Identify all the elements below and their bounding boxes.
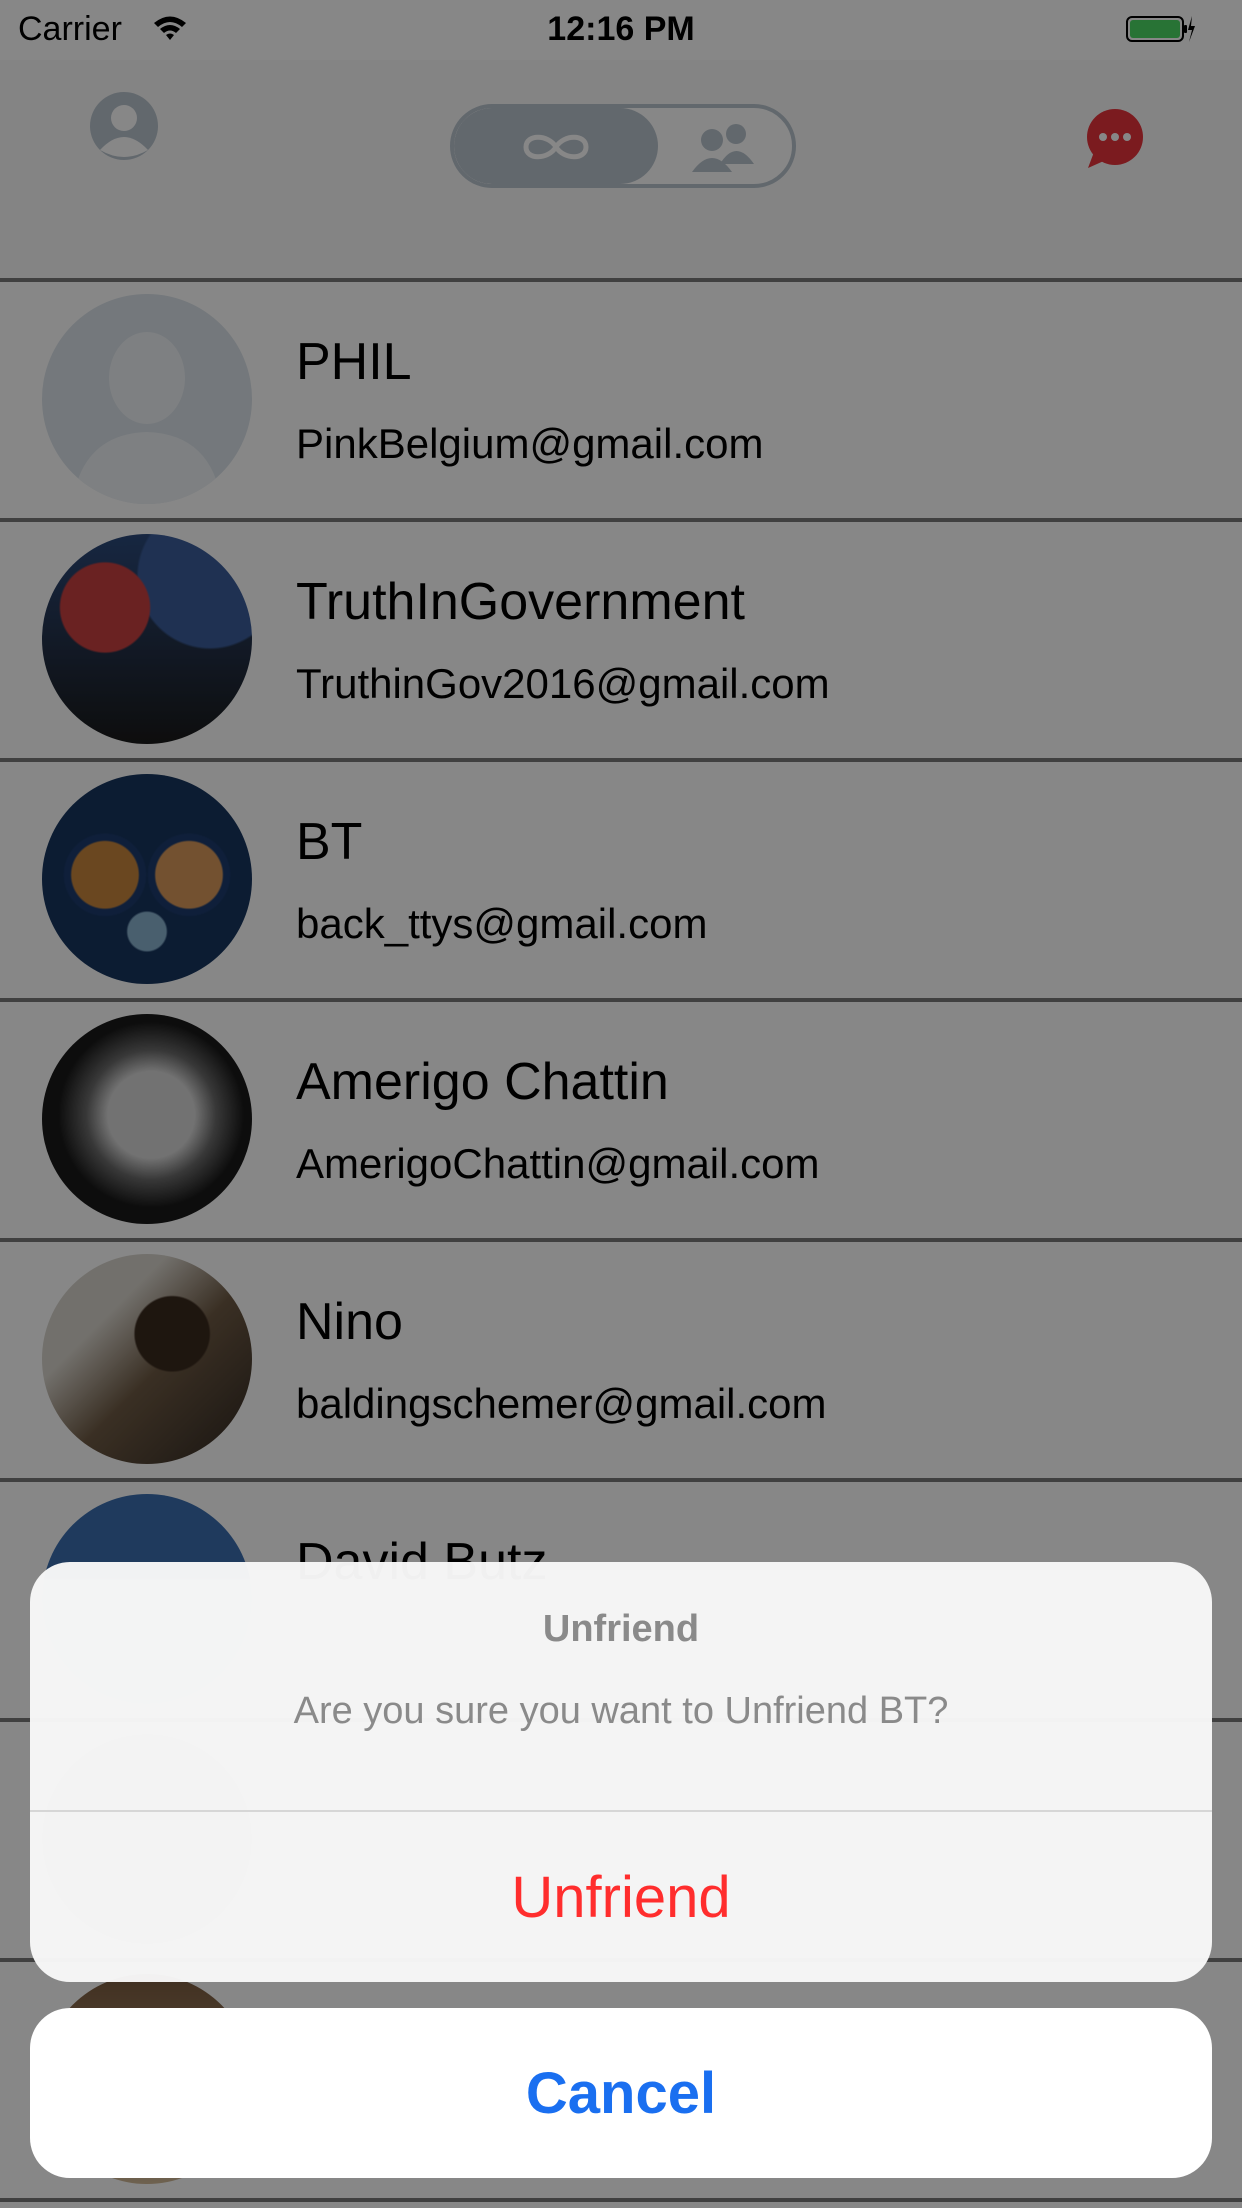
- action-sheet-title: Unfriend: [542, 1608, 700, 1650]
- cancel-button[interactable]: Cancel: [30, 2008, 1212, 2178]
- screen: Carrier 12:16 PM PHIL PinkBelgium@gmail.…: [0, 0, 1242, 2208]
- unfriend-button[interactable]: Unfriend: [30, 1812, 1212, 1982]
- action-sheet-message: Are you sure you want to Unfriend BT?: [293, 1690, 949, 1732]
- action-sheet: Unfriend Are you sure you want to Unfrie…: [30, 1562, 1212, 1982]
